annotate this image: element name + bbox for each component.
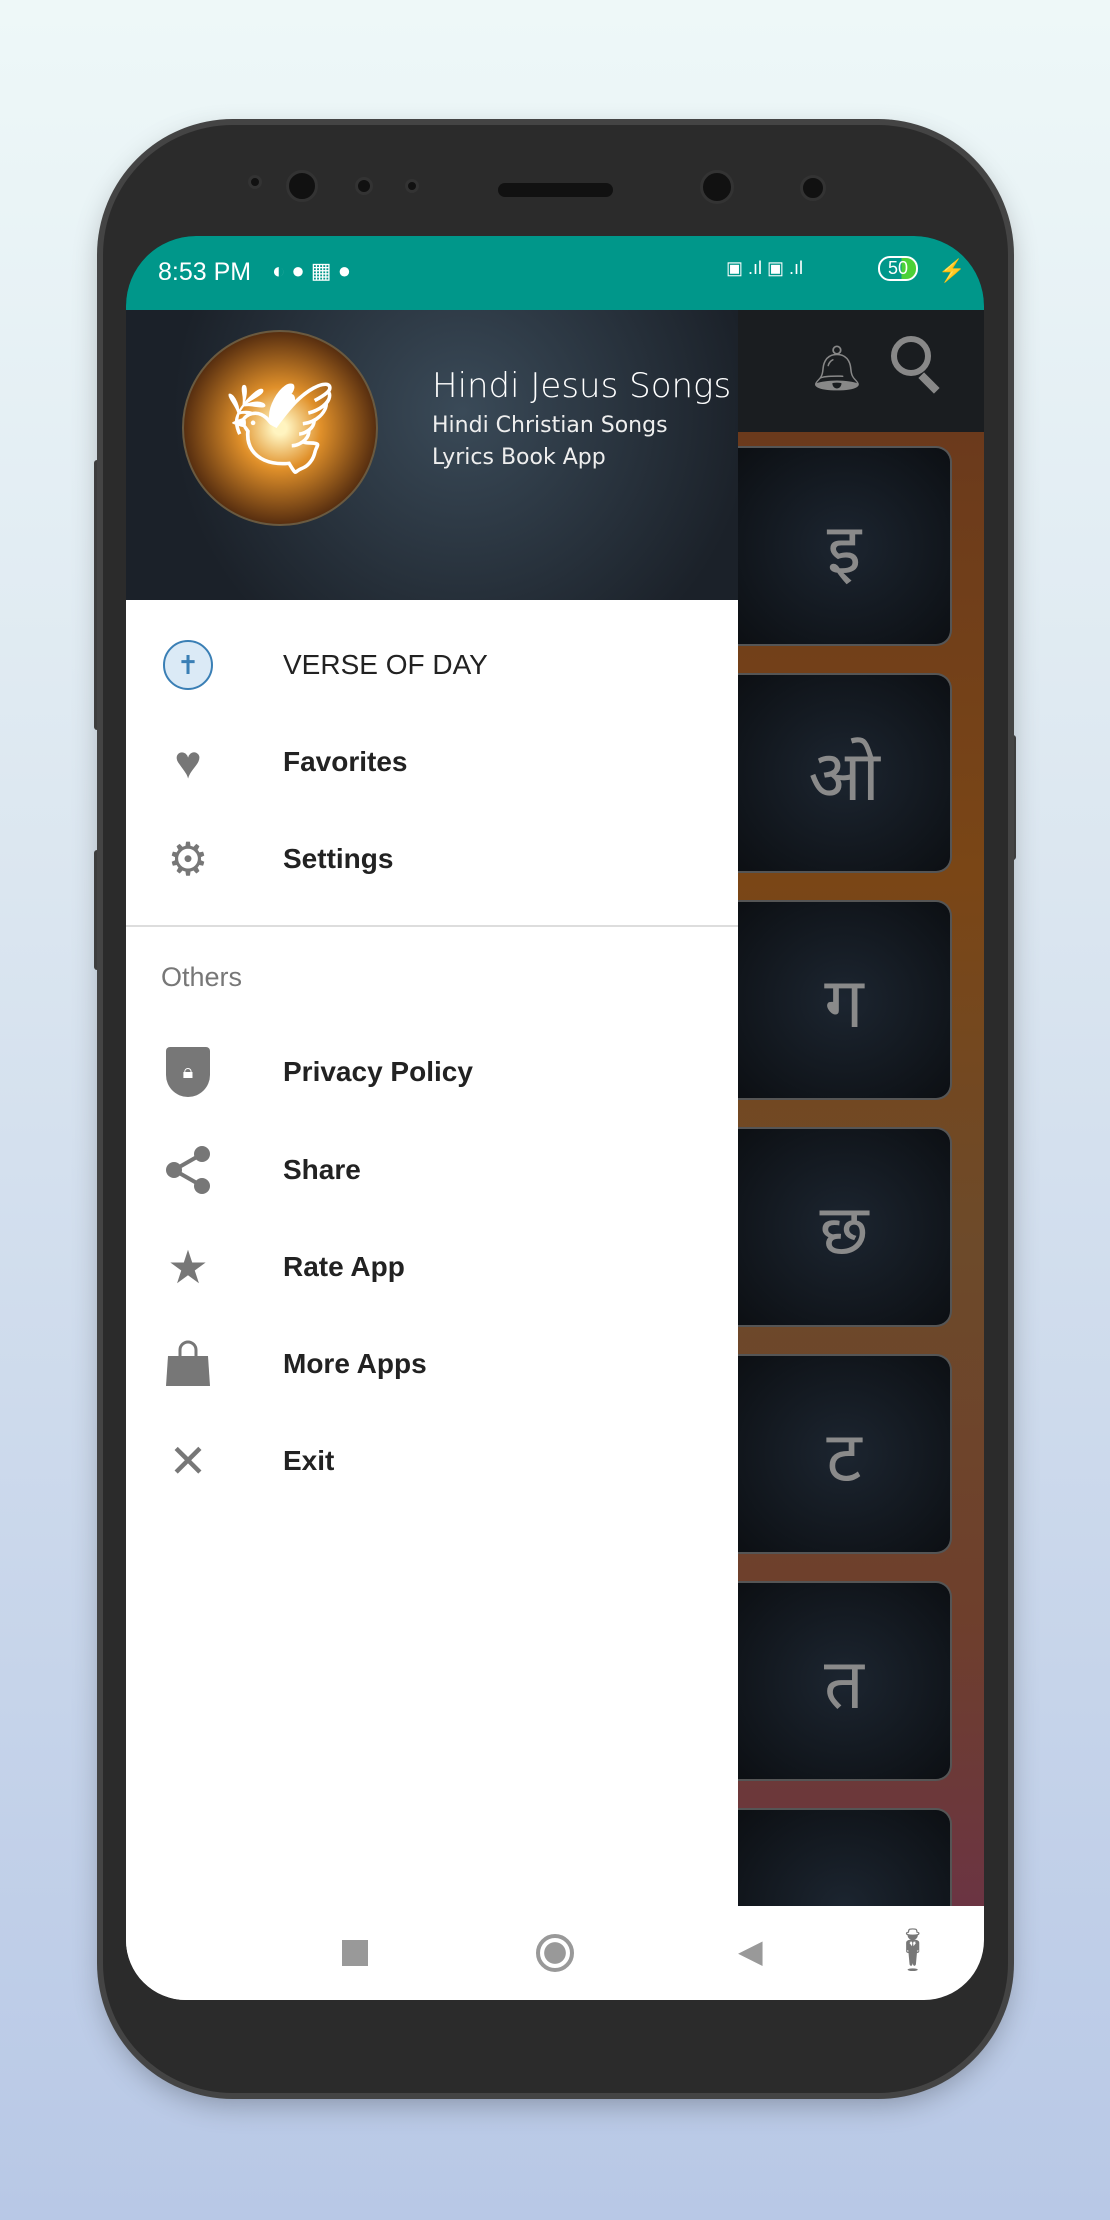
letter-tile[interactable]: छ [738, 1127, 952, 1327]
shopping-bag-icon [162, 1338, 214, 1390]
others-header: Others [161, 962, 243, 992]
menu-verse-of-day[interactable]: ✝ VERSE OF DAY [126, 620, 738, 710]
status-bar: 8:53 PM ◐ ● ▦ ● ▣ .ıl ▣ .ıl 50 ⚡ [126, 236, 984, 310]
shield-lock-icon: 🔒︎ [162, 1046, 214, 1098]
menu-rate-app[interactable]: ★ Rate App [126, 1222, 738, 1312]
screen: 8:53 PM ◐ ● ▦ ● ▣ .ıl ▣ .ıl 50 ⚡ 🔔︎ इ ओ … [126, 236, 984, 2000]
letter-tile[interactable]: ट [738, 1354, 952, 1554]
app-title: Hindi Jesus Songs [432, 366, 732, 406]
search-icon[interactable] [891, 336, 931, 376]
share-icon [162, 1144, 214, 1196]
earpiece [498, 183, 613, 197]
menu-settings[interactable]: ⚙ Settings [126, 814, 738, 904]
gear-icon: ⚙ [167, 833, 209, 885]
notification-icons: ◐ ● ▦ ● [272, 258, 351, 283]
back-button[interactable]: ◀ [738, 1932, 763, 1970]
status-time: 8:53 PM [158, 258, 252, 286]
menu-exit[interactable]: ✕ Exit [126, 1416, 738, 1506]
close-icon: ✕ [168, 1435, 208, 1487]
menu-favorites[interactable]: ♥ Favorites [126, 717, 738, 807]
menu-share[interactable]: Share [126, 1125, 738, 1215]
letter-tile[interactable]: त [738, 1581, 952, 1781]
bible-icon: ✝ [162, 639, 214, 691]
app-subtitle: Hindi Christian Songs Lyrics Book App [432, 413, 668, 470]
letter-tile[interactable]: ओ [738, 673, 952, 873]
heart-icon: ♥ [174, 736, 202, 788]
system-nav-bar: ◀ 🕴︎ [126, 1906, 984, 2000]
recents-button[interactable] [342, 1940, 368, 1966]
star-icon: ★ [167, 1241, 209, 1293]
divider [126, 925, 738, 927]
home-button[interactable] [536, 1934, 574, 1972]
letter-tile[interactable]: इ [738, 446, 952, 646]
charging-icon: ⚡ [938, 258, 966, 283]
dove-logo: 🕊︎ [182, 330, 378, 526]
letter-tile[interactable]: ग [738, 900, 952, 1100]
menu-more-apps[interactable]: More Apps [126, 1319, 738, 1409]
bell-icon[interactable]: 🔔︎ [809, 342, 865, 394]
battery-icon: 50 [878, 256, 919, 281]
navigation-drawer: 🕊︎ Hindi Jesus Songs Hindi Christian Son… [126, 310, 738, 2000]
menu-privacy-policy[interactable]: 🔒︎ Privacy Policy [126, 1027, 738, 1117]
accessibility-icon[interactable]: 🕴︎ [886, 1926, 939, 1975]
signal-icon: ▣ .ıl ▣ .ıl [726, 258, 804, 278]
drawer-header: 🕊︎ Hindi Jesus Songs Hindi Christian Son… [126, 310, 738, 600]
